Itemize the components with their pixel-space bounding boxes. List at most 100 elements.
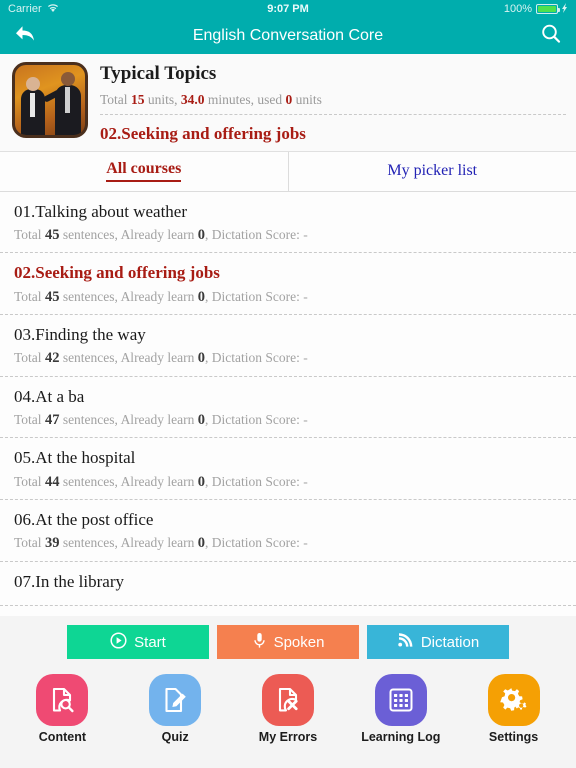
meta-total-label: Total — [14, 226, 42, 242]
topic-header: Typical Topics Total 15 units, 34.0 minu… — [0, 54, 576, 152]
page-title: English Conversation Core — [192, 27, 384, 44]
table-row[interactable]: 01.Talking about weather Total 45 sentenc… — [0, 191, 576, 254]
meta-already-label: Already learn — [120, 535, 195, 551]
status-bar: Carrier 9:07 PM 100% — [0, 0, 576, 18]
topic-stats: Total 15 units, 34.0 minutes, used 0 uni… — [100, 91, 566, 116]
meta-already-label: Already learn — [120, 226, 195, 242]
meta-total-count: 44 — [44, 473, 60, 490]
table-row[interactable]: 07.In the library — [0, 561, 576, 606]
meta-learned-count: 0 — [197, 226, 206, 243]
meta-total-label: Total — [14, 350, 42, 366]
microphone-icon — [252, 632, 267, 653]
stats-total-label: Total — [100, 91, 128, 107]
meta-already-label: Already learn — [120, 473, 195, 489]
meta-score-value: - — [303, 226, 308, 242]
list-item-title: 01.Talking about weather — [14, 201, 188, 221]
search-button[interactable] — [540, 23, 562, 50]
tabbar-item-label: My Errors — [258, 730, 318, 744]
meta-sentences-label: sentences, — [62, 350, 118, 366]
app-root: Carrier 9:07 PM 100% English Conversatio… — [0, 0, 576, 768]
meta-sentences-label: sentences, — [62, 535, 118, 551]
meta-score-value: - — [303, 535, 308, 551]
list-item-meta: Total 47 sentences, Already learn 0, Dic… — [14, 412, 562, 429]
meta-dictation-label: , Dictation Score: — [205, 288, 300, 304]
tabbar-item-label: Content — [38, 730, 86, 744]
stats-used-count: 0 — [285, 91, 293, 107]
meta-dictation-label: , Dictation Score: — [205, 350, 300, 366]
list-item-title: 02.Seeking and offering jobs — [14, 263, 220, 283]
meta-total-count: 47 — [44, 411, 60, 428]
tab-strip: All courses My picker list — [0, 151, 576, 192]
tabbar-item-my-errors[interactable]: My Errors — [242, 674, 334, 744]
meta-learned-count: 0 — [197, 473, 206, 490]
table-row[interactable]: 05.At the hospital Total 44 sentences, Al… — [0, 438, 576, 500]
topic-thumbnail-image — [12, 62, 88, 138]
meta-score-value: - — [303, 350, 308, 366]
battery-icon — [536, 4, 560, 14]
meta-already-label: Already learn — [120, 350, 195, 366]
topic-subtitle: 02.Seeking and offering jobs — [100, 124, 306, 144]
list-item-title: 06.At the post office — [14, 509, 154, 529]
list-item-meta: Total 39 sentences, Already learn 0, Dic… — [14, 535, 562, 552]
action-button-bar: Start Spoken Dictation — [0, 616, 576, 668]
topic-info: Typical Topics Total 15 units, 34.0 minu… — [100, 62, 566, 145]
meta-learned-count: 0 — [197, 288, 206, 305]
list-item-title: 05.At the hospital — [14, 448, 136, 468]
list-item-meta: Total 45 sentences, Already learn 0, Dic… — [14, 289, 562, 306]
status-right: 100% — [503, 2, 568, 16]
table-row[interactable]: 06.At the post office Total 39 sentences,… — [0, 499, 576, 562]
wifi-icon — [47, 3, 59, 16]
play-circle-icon — [110, 631, 127, 653]
meta-already-label: Already learn — [120, 288, 195, 304]
charging-bolt-icon — [562, 2, 568, 16]
tab-my-picker-list[interactable]: My picker list — [289, 152, 576, 191]
course-list[interactable]: 01.Talking about weather Total 45 sentenc… — [0, 191, 576, 616]
meta-already-label: Already learn — [120, 411, 195, 427]
tabbar-item-learning-log[interactable]: Learning Log — [355, 674, 447, 744]
list-item-title: 07.In the library — [14, 571, 124, 591]
table-row[interactable]: 02.Seeking and offering jobs Total 45 sen… — [0, 253, 576, 315]
tab-my-picker-list-label: My picker list — [387, 162, 478, 180]
list-item-meta: Total 42 sentences, Already learn 0, Dic… — [14, 350, 562, 367]
calendar-grid-icon — [374, 674, 427, 726]
tabbar-item-settings[interactable]: Settings — [468, 674, 560, 744]
back-button[interactable] — [14, 23, 38, 50]
meta-total-label: Total — [14, 473, 42, 489]
spoken-button[interactable]: Spoken — [217, 625, 359, 659]
tabbar-item-content[interactable]: Content — [16, 674, 108, 744]
list-item-title: 03.Finding the way — [14, 324, 146, 344]
dictation-button[interactable]: Dictation — [367, 625, 509, 659]
stats-units-word: units, — [147, 91, 178, 107]
stats-units-count: 15 — [130, 91, 145, 107]
meta-total-count: 45 — [44, 226, 60, 243]
meta-dictation-label: , Dictation Score: — [205, 535, 300, 551]
meta-learned-count: 0 — [197, 411, 206, 428]
dictation-button-label: Dictation — [420, 633, 480, 651]
table-row[interactable]: 04.At a ba Total 47 sentences, Already le… — [0, 376, 576, 439]
start-button-label: Start — [134, 633, 166, 651]
tabbar-item-label: Quiz — [161, 730, 189, 744]
tab-all-courses[interactable]: All courses — [0, 151, 289, 191]
meta-sentences-label: sentences, — [62, 288, 118, 304]
document-search-icon — [36, 674, 89, 726]
tab-all-courses-label: All courses — [106, 160, 182, 183]
status-left: Carrier — [8, 3, 59, 16]
meta-dictation-label: , Dictation Score: — [205, 411, 300, 427]
meta-score-value: - — [303, 473, 308, 489]
tabbar-item-quiz[interactable]: Quiz — [129, 674, 221, 744]
meta-sentences-label: sentences, — [62, 411, 118, 427]
carrier-label: Carrier — [8, 3, 42, 15]
meta-learned-count: 0 — [197, 535, 206, 552]
meta-dictation-label: , Dictation Score: — [205, 226, 300, 242]
table-row[interactable]: 03.Finding the way Total 42 sentences, Al… — [0, 314, 576, 377]
meta-total-count: 45 — [44, 288, 60, 305]
tabbar-item-label: Settings — [488, 730, 539, 744]
document-x-icon — [261, 674, 314, 726]
list-item-meta: Total 45 sentences, Already learn 0, Dic… — [14, 227, 562, 244]
start-button[interactable]: Start — [67, 625, 209, 659]
clock-label: 9:07 PM — [267, 3, 309, 15]
battery-percent-label: 100% — [503, 3, 532, 15]
search-icon — [540, 23, 562, 50]
document-pencil-icon — [149, 674, 202, 726]
navigation-bar: English Conversation Core — [0, 18, 576, 54]
